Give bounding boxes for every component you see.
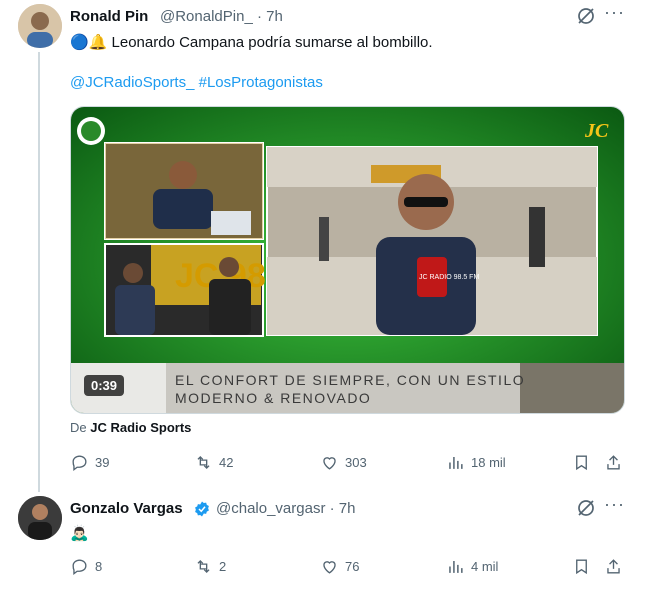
repost-button[interactable]: 42	[194, 453, 233, 472]
repost-count: 42	[219, 455, 234, 470]
banner-line-2: MODERNO & RENOVADO	[175, 390, 371, 406]
share-button[interactable]	[604, 557, 623, 576]
verified-badge-icon	[193, 500, 211, 523]
views-count: 4 mil	[471, 559, 499, 574]
jc-logo: JC	[584, 120, 609, 142]
reply-button[interactable]: 39	[70, 453, 109, 472]
share-button[interactable]	[604, 453, 623, 472]
tweet-emoji: 🙇🏻‍♂️	[70, 525, 89, 542]
views-count: 18 mil	[471, 455, 506, 470]
more-icon[interactable]: ···	[604, 494, 625, 515]
views-button[interactable]: 18 mil	[446, 453, 506, 472]
author-handle[interactable]: @RonaldPin_ · 7h	[160, 8, 283, 25]
like-icon	[323, 561, 336, 574]
media-source: De JC Radio Sports	[70, 420, 191, 435]
like-icon	[323, 457, 336, 470]
more-icon[interactable]: ···	[604, 2, 625, 23]
tweet-links[interactable]: @JCRadioSports_ #LosProtagonistas	[70, 74, 323, 91]
share-icon	[607, 559, 620, 574]
repost-icon	[197, 456, 210, 469]
tweet-time[interactable]: · 7h	[330, 500, 356, 517]
author-name[interactable]: Ronald Pin	[70, 8, 148, 25]
grok-icon[interactable]	[576, 498, 596, 523]
share-icon	[607, 455, 620, 470]
handle-text: @chalo_vargasr	[216, 500, 326, 517]
author-name[interactable]: Gonzalo Vargas	[70, 500, 183, 517]
tweet-text: 🔵🔔 Leonardo Campana podría sumarse al bo…	[70, 33, 433, 51]
reply-icon	[72, 455, 87, 471]
reply-count: 39	[95, 455, 110, 470]
source-prefix: De	[70, 420, 87, 435]
avatar[interactable]	[18, 4, 62, 48]
repost-icon	[197, 560, 210, 573]
source-link[interactable]: JC Radio Sports	[90, 420, 191, 435]
repost-button[interactable]: 2	[194, 557, 226, 576]
repost-count: 2	[219, 559, 227, 574]
views-icon	[449, 560, 463, 573]
bookmark-icon	[576, 455, 587, 471]
bookmark-button[interactable]	[572, 453, 591, 472]
avatar[interactable]	[18, 496, 62, 540]
video-player[interactable]: JC 98.5 JC RADIO 98.5 FM JC EL CONFORT D…	[70, 106, 625, 414]
like-button[interactable]: 303	[320, 453, 367, 472]
video-duration: 0:39	[84, 375, 125, 396]
bookmark-icon	[576, 559, 587, 575]
like-button[interactable]: 76	[320, 557, 359, 576]
grok-icon[interactable]	[576, 6, 596, 31]
thread-connector	[38, 52, 40, 492]
handle-text: @RonaldPin_	[160, 8, 253, 25]
author-handle[interactable]: @chalo_vargasr · 7h	[216, 500, 355, 517]
emoji-icons: 🔵🔔	[70, 34, 108, 51]
reply-icon	[72, 559, 87, 575]
bookmark-button[interactable]	[572, 557, 591, 576]
reply-button[interactable]: 8	[70, 557, 102, 576]
like-count: 303	[345, 455, 367, 470]
mic-text: JC RADIO 98.5 FM	[419, 274, 479, 281]
reply-count: 8	[95, 559, 103, 574]
like-count: 76	[345, 559, 360, 574]
tweet-time[interactable]: · 7h	[257, 8, 283, 25]
tweet-body: Leonardo Campana podría sumarse al bombi…	[111, 34, 433, 51]
views-button[interactable]: 4 mil	[446, 557, 498, 576]
banner-line-1: EL CONFORT DE SIEMPRE, CON UN ESTILO	[175, 372, 525, 388]
video-frame: JC 98.5 JC RADIO 98.5 FM JC EL CONFORT D…	[71, 107, 624, 413]
views-icon	[449, 456, 463, 469]
